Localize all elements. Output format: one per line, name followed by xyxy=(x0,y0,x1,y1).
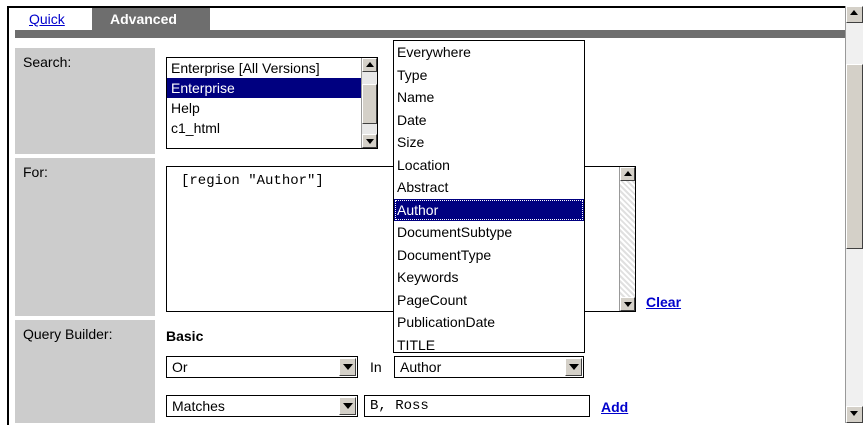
field-value: Author xyxy=(400,359,442,375)
dropdown-option[interactable]: Abstract xyxy=(394,176,584,199)
operator-value: Or xyxy=(172,359,188,375)
list-item-selected[interactable]: Enterprise xyxy=(167,78,377,98)
list-item[interactable]: Help xyxy=(167,98,377,118)
match-mode-select[interactable]: Matches xyxy=(166,395,358,417)
query-builder-label: Query Builder: xyxy=(15,320,155,423)
scroll-up-arrow-icon[interactable] xyxy=(846,6,863,23)
search-label: Search: xyxy=(15,48,155,154)
list-item[interactable]: Enterprise [All Versions] xyxy=(167,58,377,78)
dropdown-option[interactable]: PageCount xyxy=(394,289,584,312)
term-value: B, Ross xyxy=(370,398,429,414)
dropdown-option-selected[interactable]: Author xyxy=(394,198,584,221)
query-text: [region "Author"] xyxy=(181,173,324,189)
tab-quick-label[interactable]: Quick xyxy=(29,8,65,30)
dropdown-option[interactable]: Date xyxy=(394,109,584,132)
field-dropdown-list[interactable]: Everywhere Type Name Date Size Location … xyxy=(393,40,585,353)
chevron-down-icon[interactable] xyxy=(339,358,356,376)
dropdown-option[interactable]: DocumentSubtype xyxy=(394,221,584,244)
search-collection-listbox[interactable]: Enterprise [All Versions] Enterprise Hel… xyxy=(166,57,378,149)
page-scrollbar[interactable] xyxy=(845,6,863,423)
match-mode-value: Matches xyxy=(172,398,225,414)
operator-select[interactable]: Or xyxy=(166,356,358,378)
dropdown-option[interactable]: Type xyxy=(394,64,584,87)
clear-link[interactable]: Clear xyxy=(646,294,681,310)
chevron-down-icon[interactable] xyxy=(339,397,356,415)
scroll-thumb[interactable] xyxy=(846,64,863,249)
dropdown-option[interactable]: Name xyxy=(394,86,584,109)
term-input[interactable]: B, Ross xyxy=(364,395,590,417)
listbox-scrollbar[interactable] xyxy=(361,58,377,148)
textarea-scrollbar[interactable] xyxy=(619,167,635,311)
list-item[interactable]: c1_html xyxy=(167,118,377,138)
scroll-down-arrow-icon[interactable] xyxy=(620,297,635,311)
tab-bar-divider xyxy=(15,30,845,38)
tab-quick[interactable]: Quick xyxy=(15,8,97,30)
scroll-thumb[interactable] xyxy=(362,84,377,124)
scroll-down-arrow-icon[interactable] xyxy=(362,134,377,148)
tab-advanced-label: Advanced xyxy=(110,11,177,27)
dropdown-option[interactable]: Keywords xyxy=(394,266,584,289)
add-link[interactable]: Add xyxy=(601,399,628,415)
dropdown-option[interactable]: PublicationDate xyxy=(394,311,584,334)
basic-heading: Basic xyxy=(166,328,204,344)
in-label: In xyxy=(370,359,382,375)
dropdown-option[interactable]: Location xyxy=(394,154,584,177)
dropdown-option[interactable]: TITLE xyxy=(394,334,584,353)
scroll-up-arrow-icon[interactable] xyxy=(362,58,377,72)
scroll-up-arrow-icon[interactable] xyxy=(620,167,635,181)
for-label: For: xyxy=(15,158,155,316)
tab-advanced[interactable]: Advanced xyxy=(92,8,210,30)
chevron-down-icon[interactable] xyxy=(565,358,582,376)
dropdown-option[interactable]: Size xyxy=(394,131,584,154)
scroll-down-arrow-icon[interactable] xyxy=(846,406,863,423)
field-select[interactable]: Author xyxy=(394,356,584,378)
dropdown-option[interactable]: Everywhere xyxy=(394,41,584,64)
dropdown-option[interactable]: DocumentType xyxy=(394,244,584,267)
